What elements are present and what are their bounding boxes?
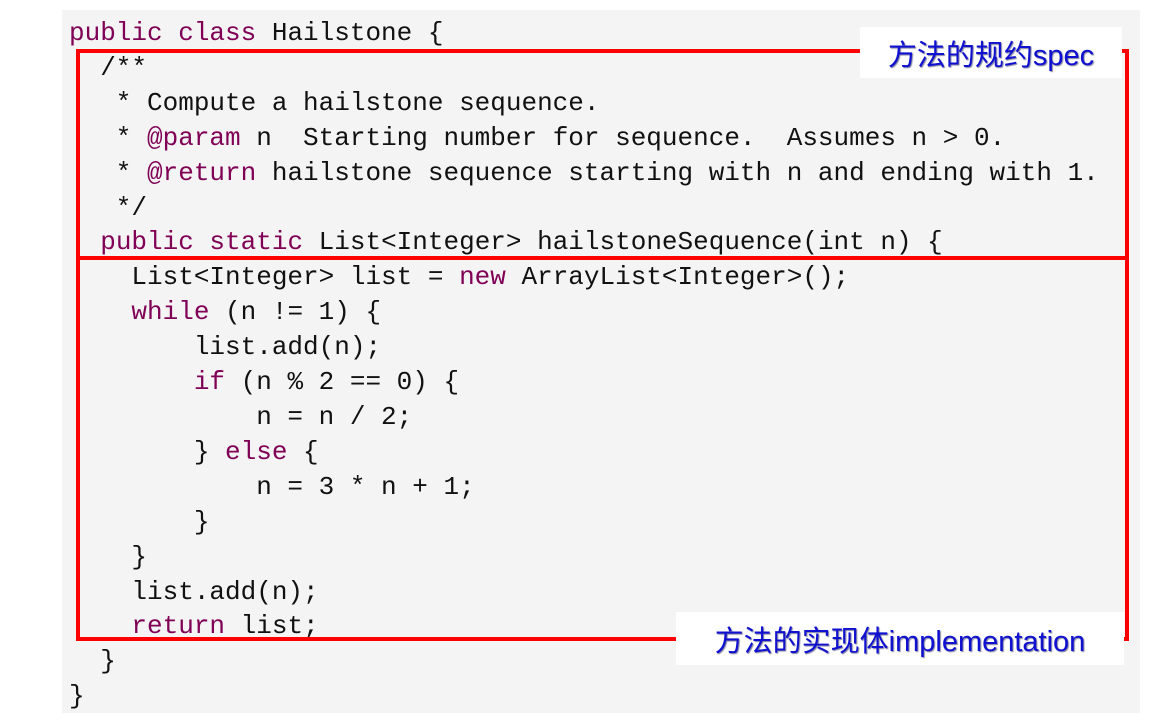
implementation-highlight-box	[76, 256, 1129, 641]
spec-highlight-box	[76, 49, 1129, 260]
code-text: }	[69, 646, 116, 677]
code-text: Hailstone {	[256, 18, 444, 48]
code-line: }	[69, 679, 1099, 714]
implementation-label: 方法的实现体implementation	[676, 612, 1124, 665]
spec-label: 方法的规约spec	[860, 27, 1122, 78]
code-text: }	[69, 681, 85, 712]
code-keyword: public class	[69, 18, 257, 48]
